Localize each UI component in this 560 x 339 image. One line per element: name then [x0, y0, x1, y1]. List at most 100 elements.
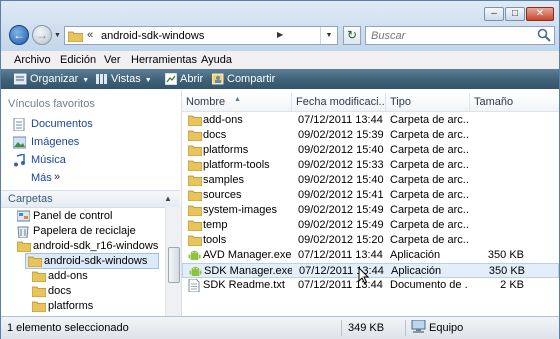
file-row[interactable]: platform-tools 09/02/2012 15:33 Carpeta de…	[182, 158, 559, 173]
file-size: 350 KB	[487, 249, 524, 261]
close-button[interactable]: ✕	[526, 7, 554, 21]
breadcrumb-arrow-icon[interactable]: ▶	[277, 30, 283, 39]
status-bar: 1 elemento seleccionado 349 KB Equipo	[1, 316, 559, 339]
maximize-button[interactable]: □	[505, 7, 525, 21]
back-button[interactable]: ←	[9, 25, 29, 45]
recent-pages-dropdown[interactable]: ▼	[54, 32, 61, 39]
pictures-icon	[13, 136, 26, 149]
file-row[interactable]: sources 09/02/2012 15:41 Carpeta de arc...	[182, 188, 559, 203]
folder-icon	[32, 286, 46, 297]
file-name: platforms	[203, 144, 249, 156]
folder-icon	[187, 189, 203, 204]
status-selection: 1 elemento seleccionado	[7, 322, 129, 334]
views-button[interactable]: Vistas ▼	[96, 69, 152, 89]
folders-header[interactable]: Carpetas ▲	[1, 190, 180, 208]
music-icon	[14, 154, 25, 167]
command-bar: Organizar ▼ Vistas ▼ Abrir Compartir	[1, 69, 559, 89]
file-date: 07/12/2011 13:44	[298, 114, 383, 126]
refresh-button[interactable]: ↻	[343, 26, 361, 45]
collapse-icon[interactable]: ▲	[164, 194, 172, 203]
tree-item-android-sdk-windows[interactable]: android-sdk-windows	[25, 253, 159, 269]
file-row[interactable]: add-ons 07/12/2011 13:44 Carpeta de arc...	[182, 113, 559, 128]
tree-scrollbar[interactable]	[165, 207, 181, 316]
folder-icon	[17, 241, 31, 252]
minimize-button[interactable]: –	[484, 7, 504, 21]
favorites-more-label: Más	[31, 172, 52, 184]
folder-icon	[32, 271, 46, 282]
folder-icon	[187, 219, 203, 234]
file-size: 2 KB	[500, 279, 524, 291]
favorite-label: Documentos	[31, 118, 93, 130]
file-row[interactable]: SDK Readme.txt 07/12/2011 13:44 Documento …	[182, 278, 559, 293]
file-row[interactable]: samples 09/02/2012 15:40 Carpeta de arc...	[182, 173, 559, 188]
file-type: Carpeta de arc...	[390, 129, 468, 141]
column-date[interactable]: Fecha modificaci...	[292, 93, 386, 111]
file-type: Carpeta de arc...	[390, 219, 468, 231]
file-row[interactable]: SDK Manager.exe 07/12/2011 13:44 Aplicació…	[182, 263, 559, 278]
scrollbar-thumb[interactable]	[168, 247, 180, 283]
organize-button[interactable]: Organizar ▼	[14, 69, 89, 89]
menu-edicion[interactable]: Edición	[60, 54, 96, 66]
file-date: 09/02/2012 15:33	[298, 159, 384, 171]
share-button[interactable]: Compartir	[212, 69, 275, 89]
tree-item-label: Panel de control	[33, 210, 113, 222]
address-bar[interactable]: « android-sdk-windows ▶ ▼	[64, 26, 338, 45]
file-row[interactable]: docs 09/02/2012 15:39 Carpeta de arc...	[182, 128, 559, 143]
file-size: 350 KB	[488, 265, 525, 277]
column-size-label: Tamaño	[474, 96, 514, 108]
search-icon[interactable]	[537, 28, 551, 42]
status-size: 349 KB	[348, 322, 385, 334]
menu-ayuda[interactable]: Ayuda	[201, 54, 232, 66]
file-type: Carpeta de arc...	[390, 114, 468, 126]
file-type: Documento de ...	[390, 279, 468, 291]
file-row[interactable]: AVD Manager.exe 07/12/2011 13:44 Aplicació…	[182, 248, 559, 263]
menu-archivo[interactable]: Archivo	[14, 54, 51, 66]
favorite-label: Música	[31, 154, 66, 166]
tree-item-label: android-sdk-windows	[44, 255, 148, 267]
menu-ver[interactable]: Ver	[104, 54, 121, 66]
file-row[interactable]: platforms 09/02/2012 15:40 Carpeta de arc.…	[182, 143, 559, 158]
folder-icon	[187, 129, 203, 144]
tree-item-label: docs	[48, 285, 72, 297]
file-name: system-images	[203, 204, 277, 216]
file-row[interactable]: tools 09/02/2012 15:20 Carpeta de arc...	[182, 233, 559, 248]
file-date: 07/12/2011 13:44	[299, 265, 384, 277]
column-size[interactable]: Tamaño	[470, 93, 526, 111]
column-type[interactable]: Tipo	[386, 93, 470, 111]
open-button[interactable]: Abrir	[165, 69, 203, 89]
breadcrumb-overflow[interactable]: «	[87, 29, 93, 41]
folder-icon	[68, 31, 83, 42]
organize-label: Organizar	[30, 73, 79, 85]
sort-ascending-icon: ▲	[234, 96, 241, 103]
menu-herramientas[interactable]: Herramientas	[131, 54, 197, 66]
file-row[interactable]: system-images 09/02/2012 15:49 Carpeta de …	[182, 203, 559, 218]
file-row[interactable]: temp 09/02/2012 15:49 Carpeta de arc...	[182, 218, 559, 233]
column-name[interactable]: ▲ Nombre	[182, 93, 292, 111]
file-list: ▲ Nombre Fecha modificaci... Tipo Tamaño…	[182, 90, 559, 316]
file-name: tools	[203, 234, 227, 246]
file-name: AVD Manager.exe	[203, 249, 291, 261]
search-input[interactable]	[369, 28, 523, 44]
file-name: platform-tools	[203, 159, 270, 171]
column-date-label: Fecha modificaci...	[296, 96, 386, 108]
file-name: samples	[203, 174, 244, 186]
folder-open-icon	[28, 256, 42, 267]
status-divider	[405, 320, 406, 336]
tree-item-label: Papelera de reciclaje	[33, 225, 136, 237]
forward-button[interactable]: →	[32, 25, 52, 45]
column-type-label: Tipo	[390, 96, 411, 108]
open-icon	[165, 73, 177, 86]
address-dropdown[interactable]: ▼	[320, 27, 337, 44]
menu-bar: Archivo Edición Ver Herramientas Ayuda	[1, 51, 559, 70]
breadcrumb-current[interactable]: android-sdk-windows	[101, 30, 204, 42]
file-date: 09/02/2012 15:40	[298, 144, 384, 156]
search-box[interactable]	[365, 26, 555, 45]
file-type: Carpeta de arc...	[390, 159, 468, 171]
file-type: Aplicación	[391, 265, 442, 277]
explorer-window: – □ ✕ ← → ▼ « android-sdk-windows ▶ ▼ ↻ …	[0, 0, 560, 339]
file-name: SDK Manager.exe	[204, 265, 292, 277]
mouse-cursor-icon	[358, 267, 369, 284]
open-label: Abrir	[180, 73, 204, 85]
text-file-icon	[188, 278, 200, 295]
file-date: 09/02/2012 15:20	[298, 234, 384, 246]
